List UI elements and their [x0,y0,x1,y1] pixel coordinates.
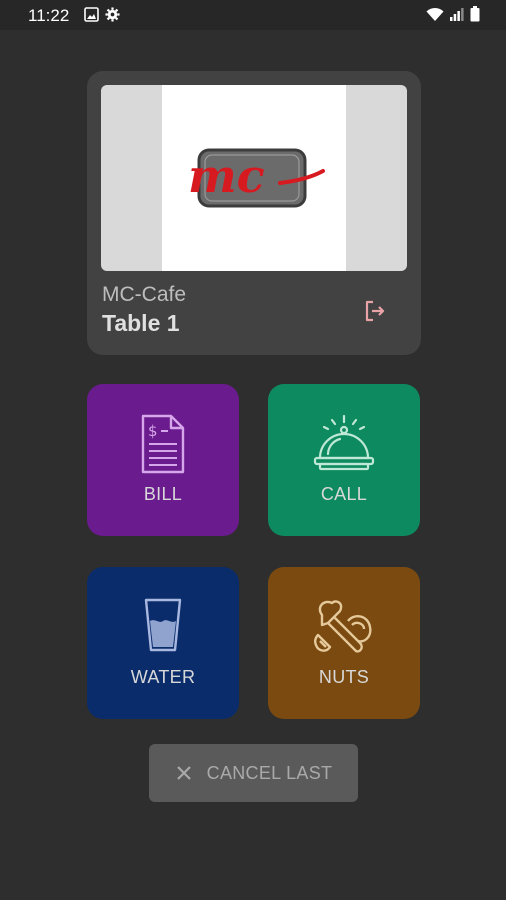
nuts-label: NUTS [318,667,370,687]
status-bar: 11:22 [0,0,506,30]
logout-icon [365,300,385,322]
bill-button[interactable]: $ BILL [87,384,239,536]
water-button[interactable]: WATER [87,567,239,719]
nuts-button[interactable]: NUTS [268,567,420,719]
leave-table-button[interactable] [357,293,393,329]
water-label: WATER [130,667,196,687]
venue-logo-white-panel: mc [162,85,346,271]
bill-icon: $ [141,414,185,474]
cafe-name: MC-Cafe [102,283,187,306]
wifi-icon [426,7,444,27]
cancel-last-button[interactable]: CANCEL LAST [149,744,358,802]
service-bell-icon [313,414,375,471]
venue-logo: mc [101,85,407,271]
signal-icon [450,7,464,26]
venue-card: mc MC-Cafe Table 1 [87,71,421,355]
svg-text:$: $ [148,422,158,440]
water-glass-icon [144,598,182,652]
nuts-icon-wrap [268,597,420,657]
nuts-icon [313,600,372,653]
status-time: 11:22 [28,6,70,25]
bill-label: BILL [143,484,183,504]
call-icon-wrap [268,414,420,472]
battery-icon [470,6,480,27]
status-left-icons [84,7,120,27]
mc-logo-icon: mc [188,148,325,208]
logo-text: mc [188,149,265,203]
close-icon [176,766,191,780]
cancel-last-label: CANCEL LAST [206,762,333,783]
water-icon-wrap [87,597,239,653]
call-label: CALL [320,484,368,504]
status-right-icons [426,6,480,27]
gallery-icon [84,7,99,27]
call-waiter-button[interactable]: CALL [268,384,420,536]
bill-icon-wrap: $ [87,414,239,474]
gear-icon [105,7,120,27]
table-name: Table 1 [102,310,180,336]
